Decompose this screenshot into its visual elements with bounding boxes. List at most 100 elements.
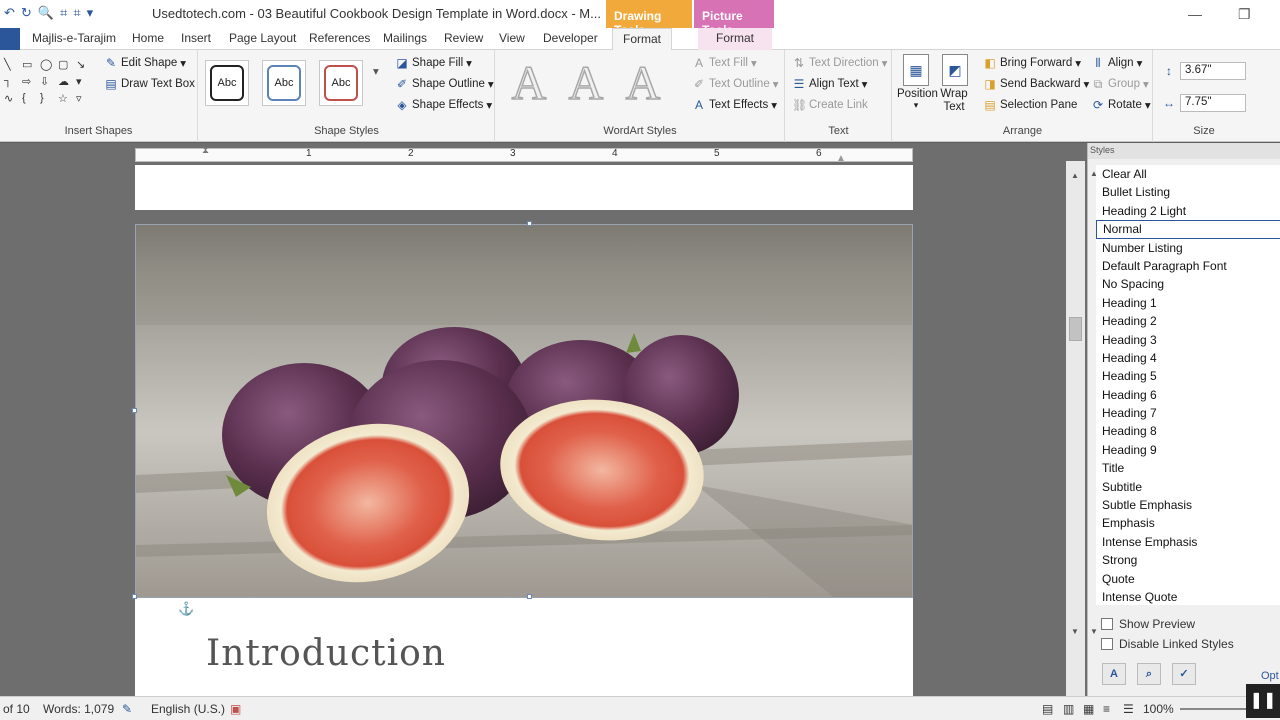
shape-fill-button[interactable]: ◪ Shape Fill ▾ — [395, 56, 472, 70]
style-item[interactable]: Heading 1 — [1096, 294, 1280, 312]
zoom-level[interactable]: 100% — [1143, 702, 1174, 716]
style-item[interactable]: Heading 9 — [1096, 441, 1280, 459]
print-preview-icon[interactable]: 🔍 — [38, 4, 54, 22]
draft-view-icon[interactable]: ☰ — [1123, 702, 1134, 716]
down-arrow-shape-icon[interactable]: ⇩ — [40, 75, 56, 88]
tab-picture-format[interactable]: Format — [698, 28, 773, 50]
rectangle-shape-icon[interactable]: ▭ — [22, 58, 38, 71]
tab-developer[interactable]: Developer — [543, 31, 598, 45]
style-item[interactable]: Quote — [1096, 570, 1280, 588]
redo-icon[interactable]: ↻ — [21, 4, 32, 22]
style-item[interactable]: Strong — [1096, 551, 1280, 569]
style-item[interactable]: Heading 7 — [1096, 404, 1280, 422]
proofing-icon[interactable]: ✎ — [122, 702, 132, 716]
selection-pane-button[interactable]: ▤ Selection Pane — [983, 98, 1077, 112]
style-item[interactable]: No Spacing — [1096, 275, 1280, 293]
print-layout-icon[interactable]: ▤ — [1042, 702, 1053, 716]
tab-insert[interactable]: Insert — [181, 31, 211, 45]
tab-majlis[interactable]: Majlis-e-Tarajim — [32, 31, 116, 45]
new-style-icon[interactable]: A — [1102, 663, 1126, 685]
text-effects-button[interactable]: A Text Effects ▾ — [692, 98, 777, 112]
zoom-slider[interactable] — [1180, 708, 1246, 710]
tab-page-layout[interactable]: Page Layout — [229, 31, 296, 45]
more-shapes-icon[interactable]: ▿ — [76, 92, 92, 105]
line-shape-icon[interactable]: ╲ — [4, 58, 20, 71]
fig-photo[interactable] — [135, 224, 913, 598]
resize-handle-left[interactable] — [132, 408, 137, 413]
style-item[interactable]: Heading 6 — [1096, 386, 1280, 404]
right-indent-marker-icon[interactable]: ▲ — [836, 153, 846, 164]
style-inspector-icon[interactable]: ⌕ — [1137, 663, 1161, 685]
language-indicator[interactable]: English (U.S.) — [151, 702, 225, 716]
wordart-style-1[interactable]: A — [502, 57, 556, 111]
restore-button[interactable]: ❐ — [1238, 6, 1251, 23]
page-count[interactable]: of 10 — [3, 702, 30, 716]
text-outline-button[interactable]: ✐ Text Outline ▾ — [692, 77, 779, 91]
shapes-gallery[interactable]: ╲ ▭ ◯ ▢ ↘ ┐ ⇨ ⇩ ☁ ▾ ∿ { } ☆ ▿ — [4, 58, 90, 105]
style-item[interactable]: Default Paragraph Font — [1096, 257, 1280, 275]
shape-styles-more-icon[interactable]: ▾ — [373, 64, 379, 78]
file-tab[interactable] — [0, 28, 20, 50]
text-fill-button[interactable]: A Text Fill ▾ — [692, 56, 757, 70]
style-item[interactable]: Heading 2 — [1096, 312, 1280, 330]
tab-mailings[interactable]: Mailings — [383, 31, 427, 45]
undo-icon[interactable]: ↶ — [4, 4, 15, 22]
draw-text-box-button[interactable]: ▤ Draw Text Box — [104, 77, 195, 91]
right-arrow-shape-icon[interactable]: ⇨ — [22, 75, 38, 88]
anchor-icon[interactable]: ⚓ — [178, 601, 194, 617]
pause-icon[interactable]: ❚❚ — [1246, 684, 1280, 718]
shape-effects-button[interactable]: ◈ Shape Effects ▾ — [395, 98, 492, 112]
brace-left-shape-icon[interactable]: { — [22, 92, 38, 105]
position-button[interactable]: ▦ Position ▾ — [897, 54, 938, 111]
full-screen-icon[interactable]: ▥ — [1063, 702, 1074, 716]
bring-forward-button[interactable]: ◧ Bring Forward ▾ — [983, 56, 1081, 70]
crop-icon[interactable]: ⌗ — [60, 4, 67, 22]
style-item[interactable]: Subtitle — [1096, 478, 1280, 496]
elbow-shape-icon[interactable]: ┐ — [4, 75, 20, 88]
manage-styles-icon[interactable]: ✓ — [1172, 663, 1196, 685]
align-button[interactable]: ⫴ Align ▾ — [1091, 56, 1142, 70]
edit-shape-button[interactable]: ✎ Edit Shape ▾ — [104, 56, 186, 70]
tab-home[interactable]: Home — [132, 31, 164, 45]
style-item[interactable]: Title — [1096, 459, 1280, 477]
crop-options-icon[interactable]: ⌗ — [73, 4, 80, 22]
customize-qat-icon[interactable]: ▾ — [87, 4, 94, 22]
group-button[interactable]: ⧉ Group ▾ — [1091, 77, 1149, 91]
style-item-selected[interactable]: Normal — [1096, 220, 1280, 239]
style-item[interactable]: Heading 4 — [1096, 349, 1280, 367]
style-item[interactable]: Bullet Listing — [1096, 183, 1280, 201]
send-backward-button[interactable]: ◨ Send Backward ▾ — [983, 77, 1089, 91]
minimize-button[interactable]: — — [1188, 6, 1202, 22]
word-count[interactable]: Words: 1,079 — [43, 702, 114, 716]
shape-style-blue[interactable]: Abc — [262, 60, 306, 106]
tab-references[interactable]: References — [309, 31, 370, 45]
style-item[interactable]: Clear All — [1096, 165, 1280, 183]
vertical-scrollbar[interactable]: ▲ ▼ — [1066, 161, 1085, 696]
style-item[interactable]: Intense Quote — [1096, 588, 1280, 606]
align-text-button[interactable]: ☰ Align Text ▾ — [792, 77, 868, 91]
rounded-rect-shape-icon[interactable]: ▢ — [58, 58, 74, 71]
style-item[interactable]: Heading 5 — [1096, 367, 1280, 385]
scroll-down-icon[interactable]: ▼ — [1071, 627, 1079, 636]
star-shape-icon[interactable]: ☆ — [58, 92, 74, 105]
macro-record-icon[interactable]: ▣ — [230, 702, 241, 716]
tab-view[interactable]: View — [499, 31, 525, 45]
brace-right-shape-icon[interactable]: } — [40, 92, 56, 105]
disable-linked-styles-checkbox[interactable]: Disable Linked Styles — [1101, 637, 1234, 651]
wordart-style-2[interactable]: A — [559, 57, 613, 111]
shape-style-black[interactable]: Abc — [205, 60, 249, 106]
styles-options-link[interactable]: Opt — [1261, 670, 1279, 682]
shape-height-input[interactable]: 3.67" — [1180, 62, 1246, 80]
text-direction-button[interactable]: ⇅ Text Direction ▾ — [792, 56, 887, 70]
arrow-line-shape-icon[interactable]: ↘ — [76, 58, 92, 71]
wrap-text-button[interactable]: ◩ Wrap Text — [939, 54, 971, 114]
web-layout-icon[interactable]: ▦ — [1083, 702, 1094, 716]
oval-shape-icon[interactable]: ◯ — [40, 58, 56, 71]
tab-review[interactable]: Review — [444, 31, 483, 45]
cloud-shape-icon[interactable]: ☁ — [58, 75, 74, 88]
style-item[interactable]: Intense Emphasis — [1096, 533, 1280, 551]
indent-marker-icon[interactable]: ⧗ — [202, 145, 209, 156]
horizontal-ruler[interactable]: 1 2 3 4 5 6 ⧗ ▲ — [135, 145, 913, 164]
styles-list[interactable]: Clear All Bullet Listing Heading 2 Light… — [1096, 165, 1280, 605]
scroll-up-icon[interactable]: ▲ — [1071, 171, 1079, 180]
